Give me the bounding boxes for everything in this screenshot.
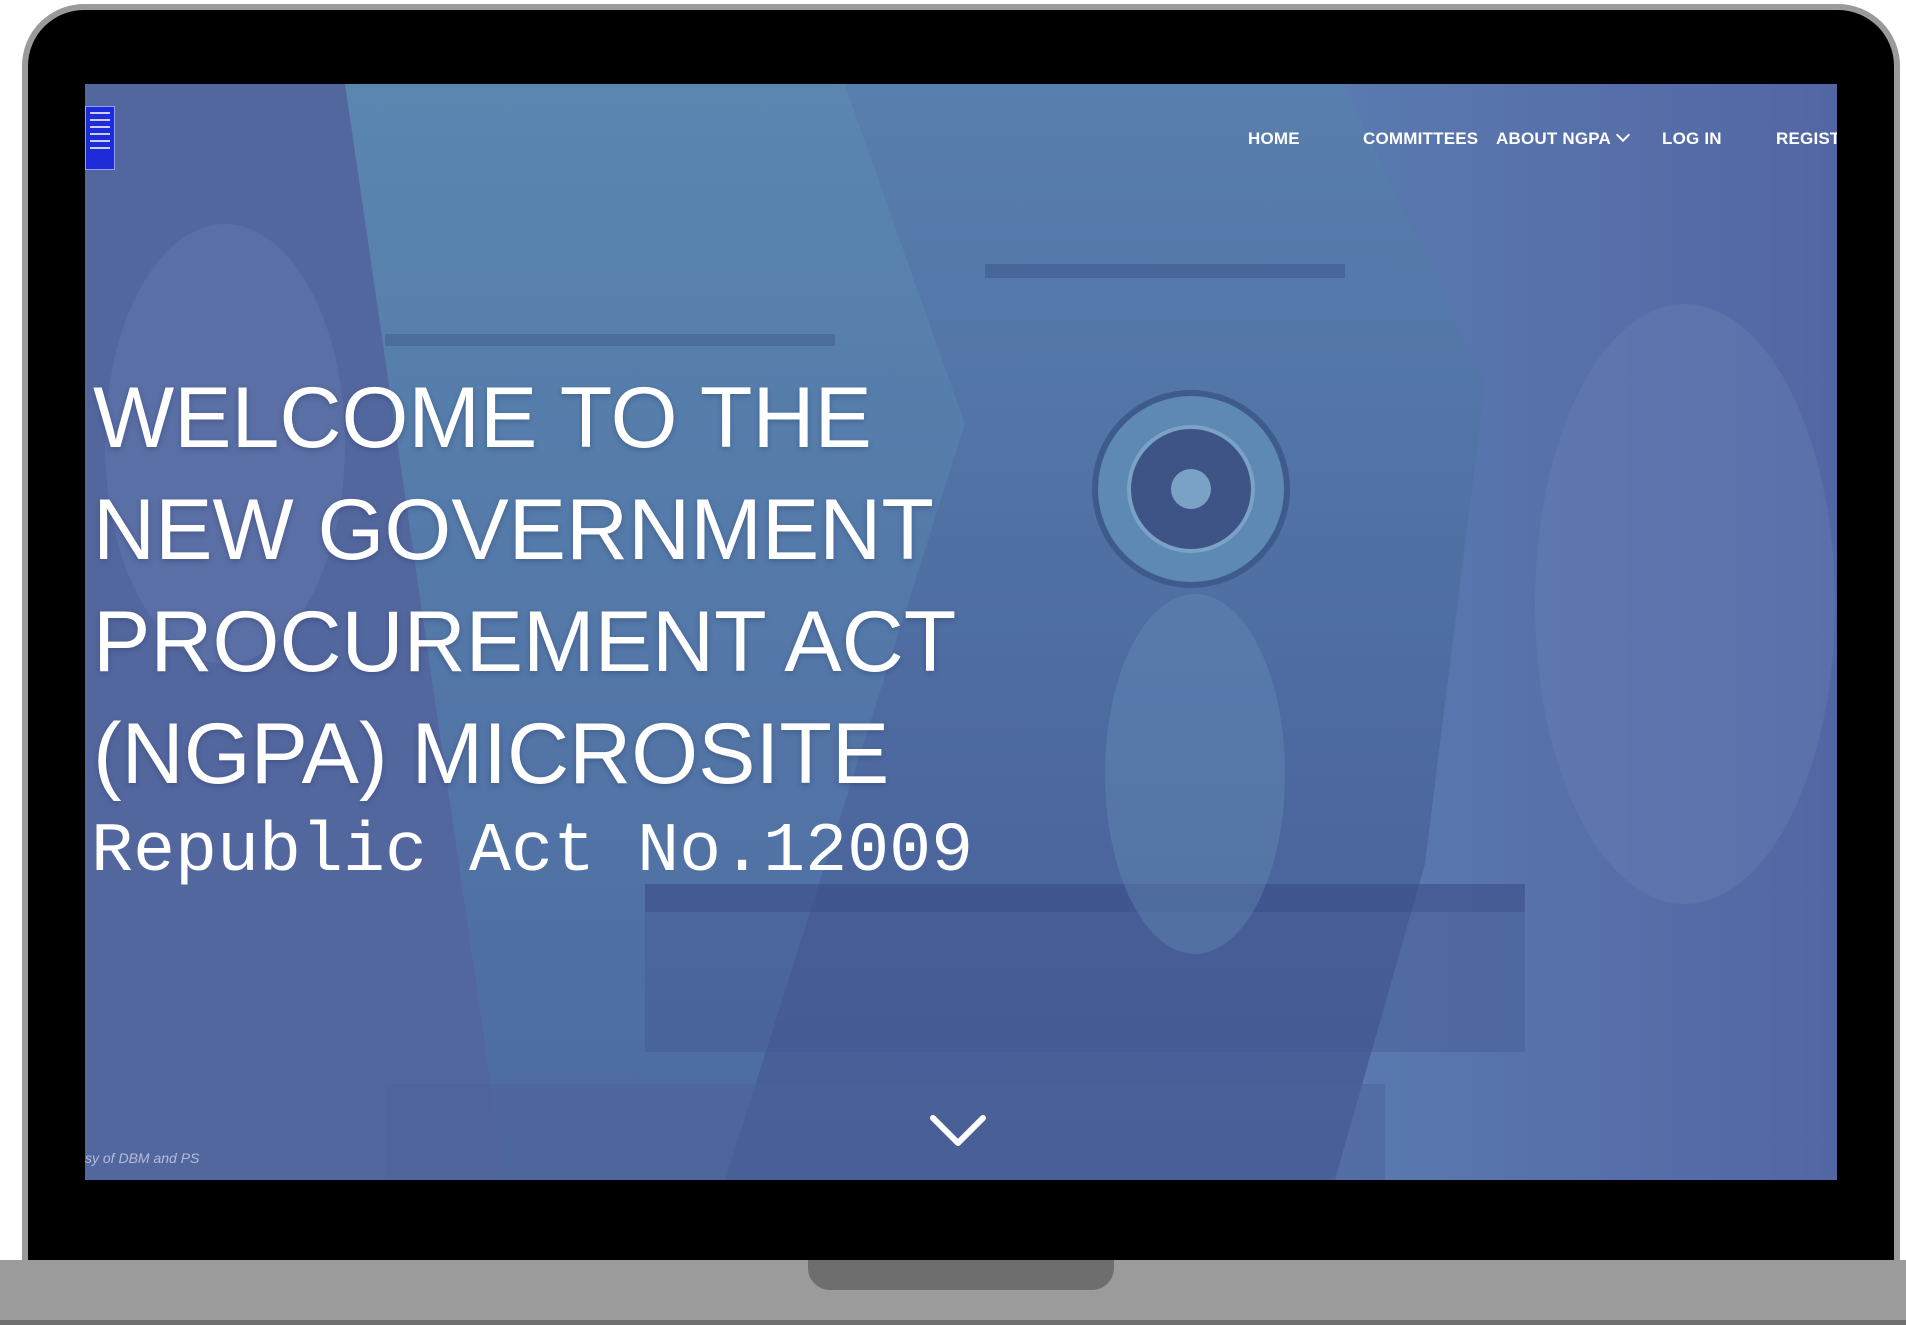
nav-log-in[interactable]: LOG IN (1662, 124, 1722, 154)
laptop-mockup: HOME COMMITTEES ABOUT NGPA LOG IN REGIST… (0, 0, 1906, 1325)
hero-title: WELCOME TO THE NEW GOVERNMENT PROCUREMEN… (93, 362, 1093, 810)
nav-committees[interactable]: COMMITTEES (1363, 124, 1478, 154)
main-nav: HOME COMMITTEES ABOUT NGPA LOG IN REGIST (85, 124, 1837, 154)
hero-title-line: WELCOME TO THE (93, 370, 872, 466)
hero-subtitle: Republic Act No.12009 (91, 813, 974, 892)
hero-title-line: NEW GOVERNMENT (93, 482, 934, 578)
nav-about-ngpa[interactable]: ABOUT NGPA (1496, 124, 1631, 154)
photo-credit: sy of DBM and PS (85, 1150, 200, 1166)
nav-home[interactable]: HOME (1248, 124, 1300, 154)
chevron-down-icon (1615, 127, 1631, 143)
laptop-notch (808, 1260, 1114, 1290)
chevron-down-icon (930, 1115, 986, 1146)
hero-title-line: PROCUREMENT ACT (93, 594, 957, 690)
hero-title-line: (NGPA) MICROSITE (93, 706, 890, 802)
laptop-screen: HOME COMMITTEES ABOUT NGPA LOG IN REGIST… (85, 84, 1837, 1180)
nav-register[interactable]: REGIST (1776, 124, 1837, 154)
nav-about-ngpa-label: ABOUT NGPA (1496, 129, 1612, 148)
scroll-down-button[interactable] (923, 1106, 993, 1156)
